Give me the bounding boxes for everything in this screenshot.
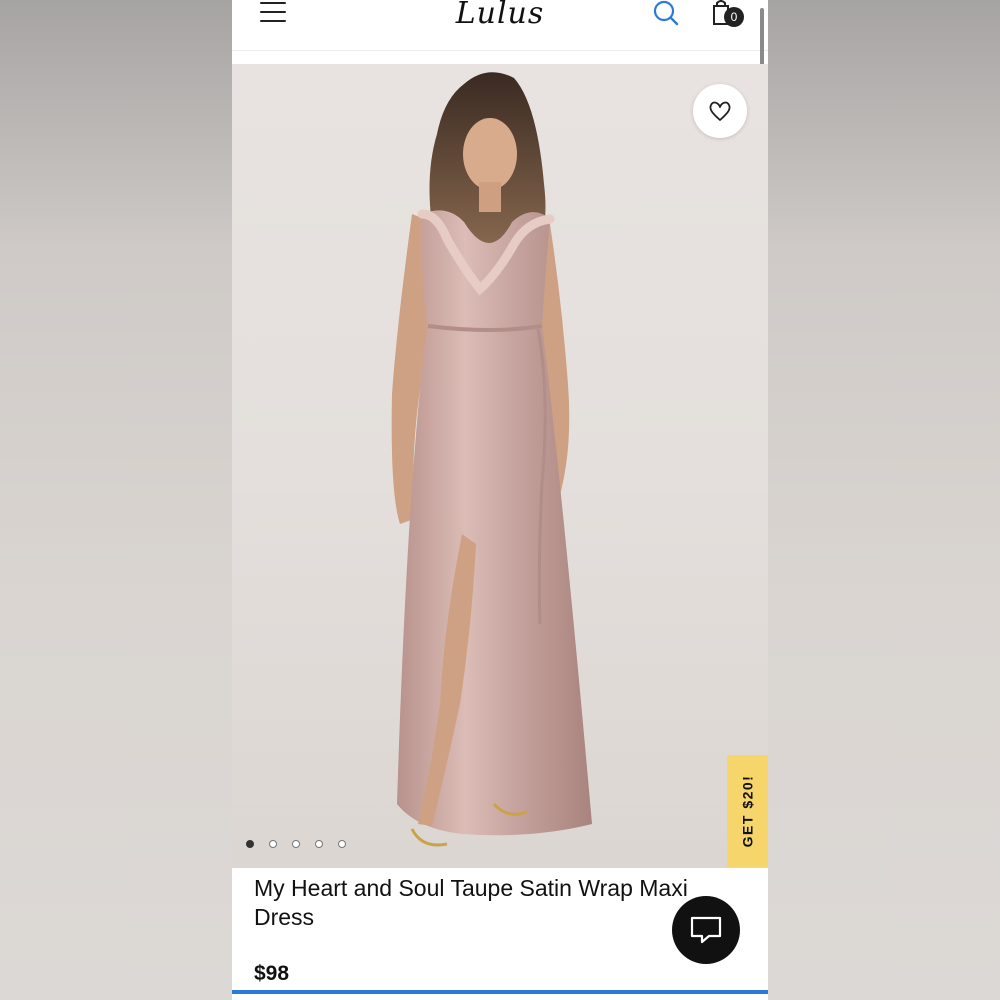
brand-logo[interactable]: Lulus	[232, 0, 768, 29]
carousel-indicators	[246, 840, 346, 848]
top-header: Lulus 0	[232, 0, 768, 51]
carousel-dot[interactable]	[292, 840, 300, 848]
carousel-dot[interactable]	[269, 840, 277, 848]
promo-tab[interactable]: GET $20!	[727, 755, 768, 867]
product-image[interactable]	[232, 64, 768, 868]
carousel-dot[interactable]	[246, 840, 254, 848]
product-title: My Heart and Soul Taupe Satin Wrap Maxi …	[254, 875, 688, 930]
heart-icon	[709, 101, 731, 121]
search-icon[interactable]	[652, 0, 680, 28]
cart-count-badge: 0	[724, 7, 744, 27]
background-right	[768, 0, 1000, 1000]
bottom-accent-bar	[232, 990, 768, 994]
chat-icon	[690, 916, 722, 944]
phone-screen: Lulus 0 GET $20! My Heart and Soul Taupe…	[232, 0, 768, 1000]
background-left	[0, 0, 232, 1000]
model-photo	[391, 72, 592, 847]
carousel-dot[interactable]	[338, 840, 346, 848]
promo-label: GET $20!	[739, 774, 756, 848]
carousel-dot[interactable]	[315, 840, 323, 848]
favorite-button[interactable]	[693, 84, 747, 138]
chat-button[interactable]	[672, 896, 740, 964]
product-price: $98	[254, 962, 290, 985]
